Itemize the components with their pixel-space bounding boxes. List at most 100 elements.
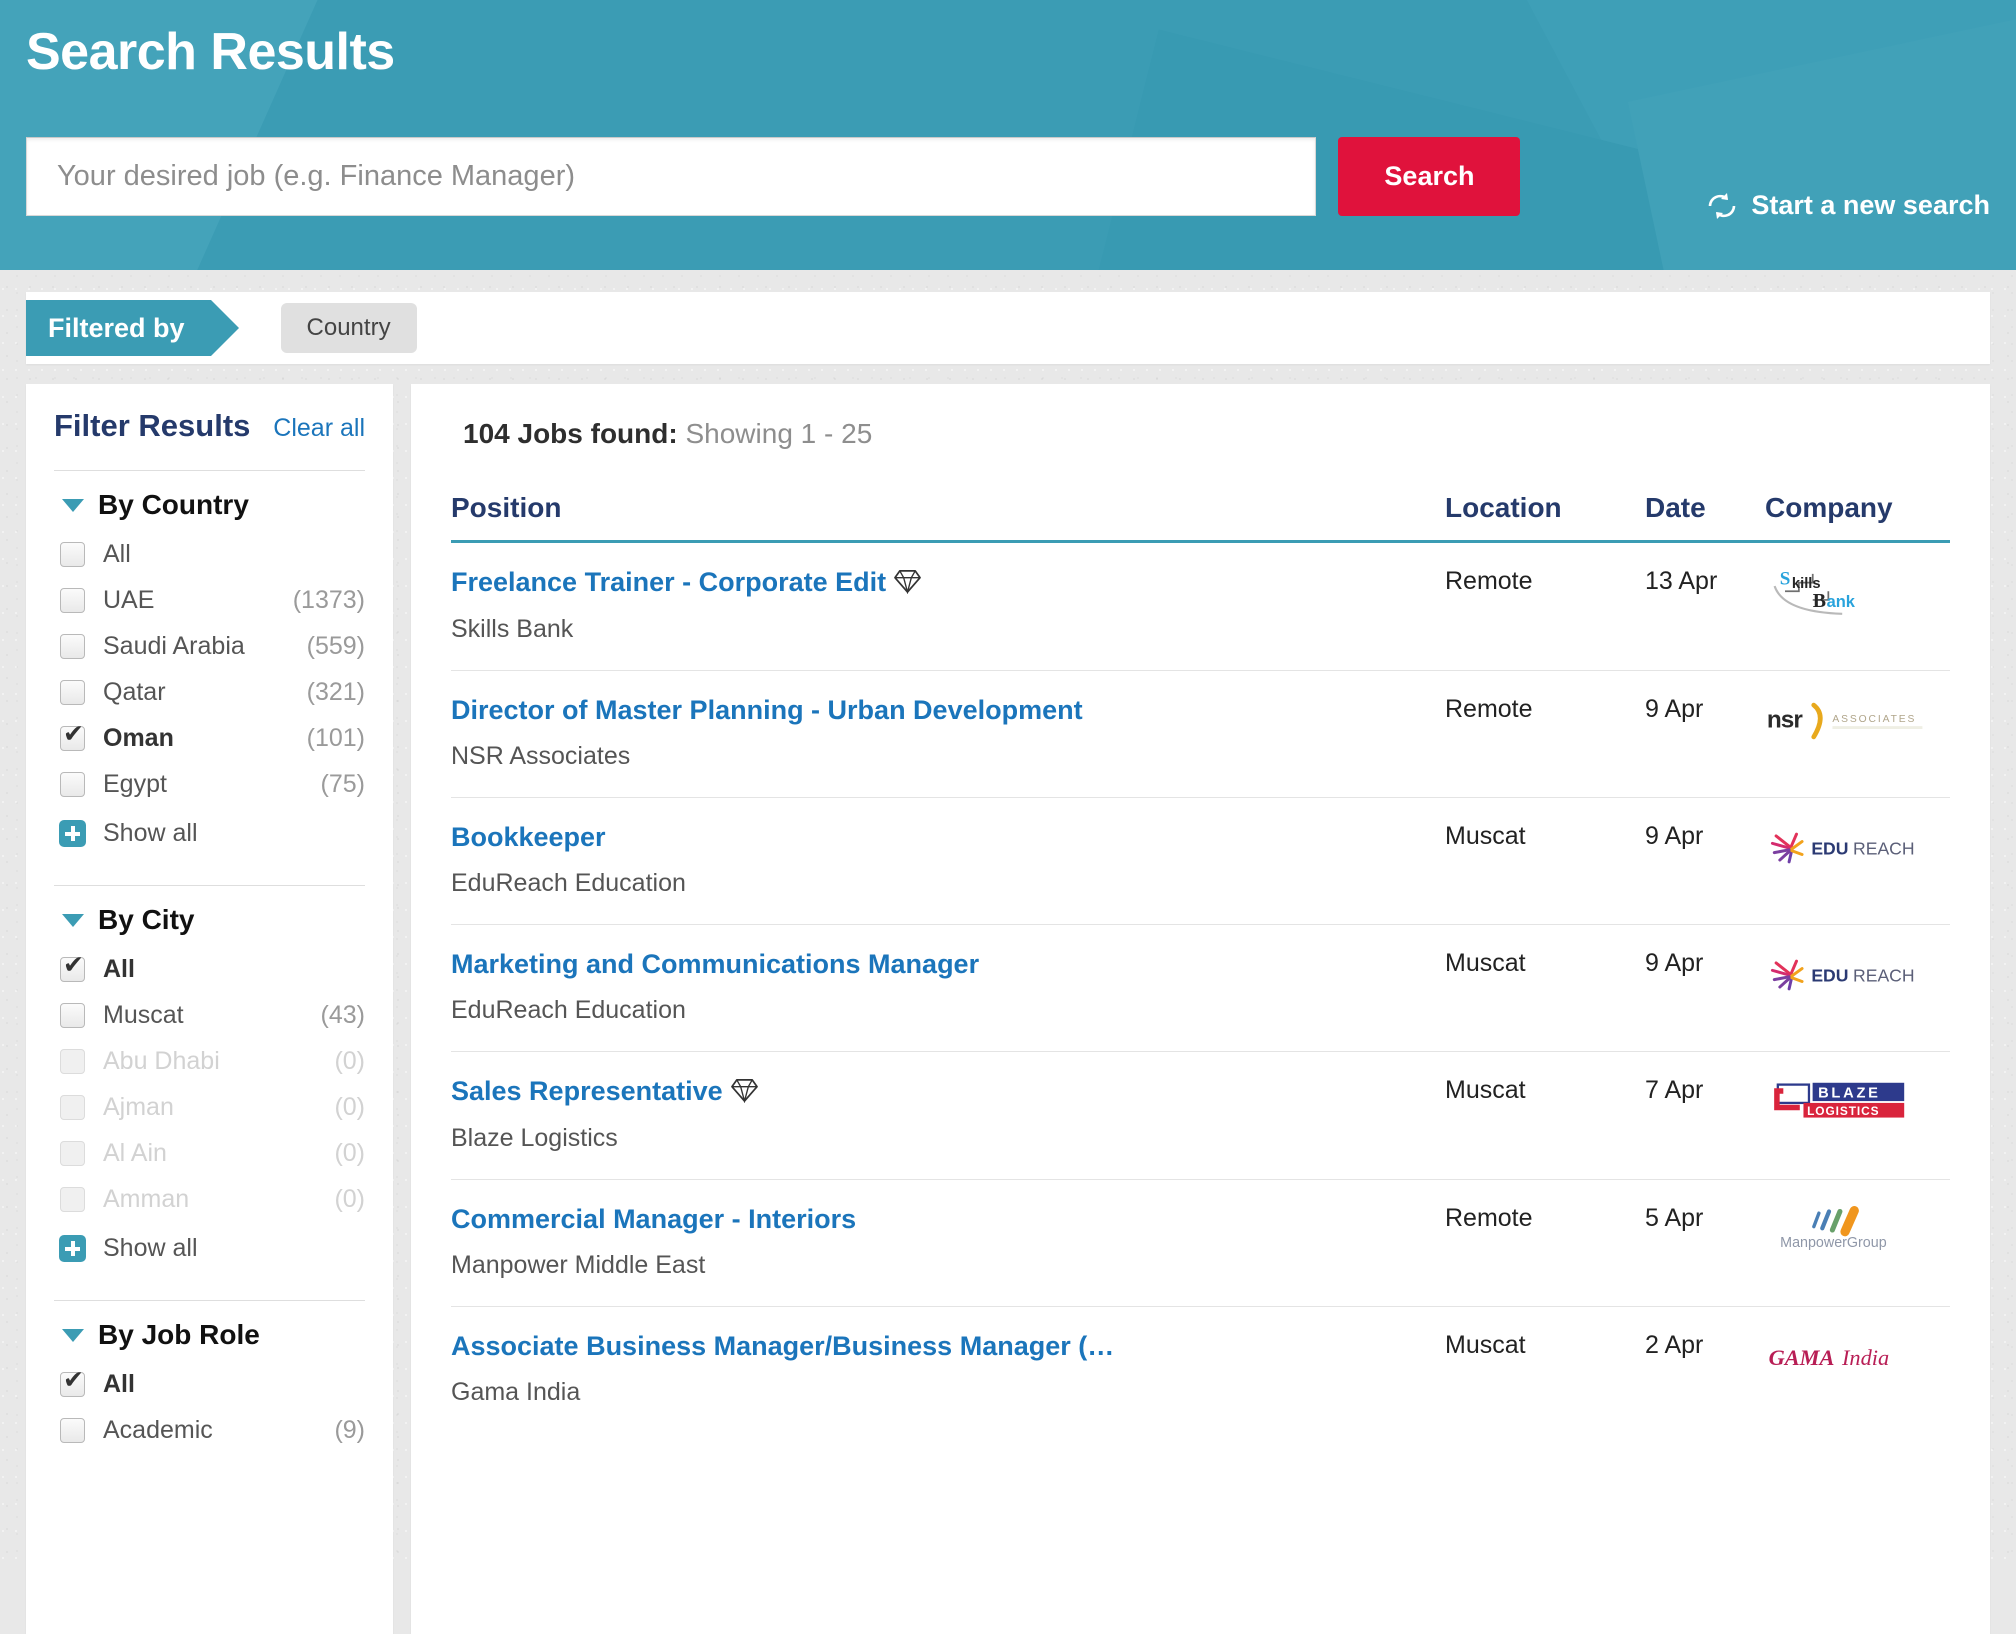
- filter-chip-country[interactable]: Country: [280, 303, 417, 353]
- show-all-label: Show all: [103, 818, 198, 847]
- search-button[interactable]: Search: [1338, 137, 1521, 216]
- filter-option-count: (75): [320, 769, 365, 798]
- filter-group-label: By Job Role: [98, 1319, 260, 1350]
- jobs-table-body: Freelance Trainer - Corporate Edit Skills…: [451, 541, 1950, 1434]
- job-title-link[interactable]: Marketing and Communications Manager: [451, 949, 979, 980]
- filter-option-all[interactable]: All: [54, 1361, 365, 1407]
- checkbox-icon[interactable]: [60, 952, 85, 982]
- page-header: Search Results Search Start a new search: [0, 0, 2016, 270]
- chevron-down-icon: [62, 1328, 84, 1342]
- filter-option-label: Al Ain: [103, 1138, 167, 1167]
- filter-option-muscat[interactable]: Muscat (43): [54, 992, 365, 1038]
- filter-option-count: (101): [306, 723, 365, 752]
- svg-text:EDU: EDU: [1811, 838, 1848, 858]
- table-row[interactable]: Freelance Trainer - Corporate Edit Skills…: [451, 541, 1950, 671]
- filter-option-all[interactable]: All: [54, 531, 365, 577]
- filter-option-oman[interactable]: Oman (101): [54, 715, 365, 761]
- job-title-link[interactable]: Commercial Manager - Interiors: [451, 1204, 856, 1235]
- job-company-name: Gama India: [451, 1378, 581, 1406]
- table-row[interactable]: Commercial Manager - Interiors Manpower M…: [451, 1179, 1950, 1307]
- results-showing-range: Showing 1 - 25: [685, 418, 873, 449]
- checkbox-icon[interactable]: [60, 1367, 85, 1397]
- job-title-link[interactable]: Sales Representative: [451, 1076, 723, 1107]
- filter-option-count: (559): [306, 631, 365, 660]
- start-new-search-button[interactable]: Start a new search: [1705, 190, 1990, 221]
- column-header-location[interactable]: Location: [1445, 492, 1645, 543]
- filter-option-label: All: [103, 954, 135, 983]
- checkbox-icon: [60, 1186, 85, 1212]
- checkbox-icon[interactable]: [60, 771, 85, 797]
- job-company-logo-cell: Skills Bank: [1765, 541, 1950, 671]
- table-row[interactable]: Marketing and Communications Manager EduR…: [451, 924, 1950, 1052]
- job-company-logo-cell: GAMA India: [1765, 1307, 1950, 1434]
- job-location-cell: Remote: [1445, 670, 1645, 798]
- jobs-table-header-row: Position Location Date Company: [451, 492, 1950, 543]
- edureach-logo: EDU REACH: [1765, 949, 1950, 1001]
- filter-option-count: (321): [306, 677, 365, 706]
- clear-all-link[interactable]: Clear all: [273, 414, 365, 443]
- manpowergroup-logo: ManpowerGroup: [1765, 1204, 1950, 1256]
- filter-option-count: (1373): [292, 585, 365, 614]
- column-header-date[interactable]: Date: [1645, 492, 1765, 543]
- svg-text:REACH: REACH: [1853, 838, 1915, 858]
- refresh-icon: [1705, 191, 1739, 221]
- column-header-company[interactable]: Company: [1765, 492, 1950, 543]
- table-row[interactable]: Director of Master Planning - Urban Deve…: [451, 670, 1950, 798]
- jobs-table-head: Position Location Date Company: [451, 492, 1950, 543]
- job-location-cell: Muscat: [1445, 797, 1645, 925]
- svg-text:B: B: [1813, 590, 1826, 612]
- job-company-name: Skills Bank: [451, 615, 574, 643]
- job-company-name: Manpower Middle East: [451, 1251, 706, 1279]
- table-row[interactable]: Associate Business Manager/Business Mana…: [451, 1307, 1950, 1434]
- job-company-logo-cell: EDU REACH: [1765, 924, 1950, 1052]
- checkbox-icon[interactable]: [60, 1002, 85, 1028]
- job-title-link[interactable]: Director of Master Planning - Urban Deve…: [451, 695, 1083, 726]
- job-location-cell: Muscat: [1445, 1051, 1645, 1180]
- filter-option-all[interactable]: All: [54, 946, 365, 992]
- checkbox-icon[interactable]: [60, 633, 85, 659]
- filter-group-header-by-job-role[interactable]: By Job Role: [62, 1319, 365, 1351]
- filter-group-header-by-country[interactable]: By Country: [62, 489, 365, 521]
- svg-text:GAMA: GAMA: [1769, 1345, 1835, 1370]
- header-decoration-4: [1627, 0, 2016, 270]
- job-position-cell: Director of Master Planning - Urban Deve…: [451, 670, 1445, 798]
- job-title-link[interactable]: Associate Business Manager/Business Mana…: [451, 1331, 1114, 1362]
- results-count-value: 104 Jobs found:: [463, 418, 678, 449]
- checkbox-icon[interactable]: [60, 721, 85, 751]
- checkbox-icon: [60, 1140, 85, 1166]
- table-row[interactable]: Sales Representative Blaze Logistics Musca…: [451, 1051, 1950, 1180]
- show-all-link[interactable]: Show all: [54, 1222, 365, 1274]
- filter-option-egypt[interactable]: Egypt (75): [54, 761, 365, 807]
- svg-text:ManpowerGroup: ManpowerGroup: [1780, 1235, 1887, 1251]
- svg-text:India: India: [1841, 1345, 1889, 1370]
- checkbox-icon[interactable]: [60, 679, 85, 705]
- filter-group-header-by-city[interactable]: By City: [62, 904, 365, 936]
- filter-option-academic[interactable]: Academic (9): [54, 1407, 365, 1453]
- filter-option-qatar[interactable]: Qatar (321): [54, 669, 365, 715]
- checkbox-icon[interactable]: [60, 1417, 85, 1443]
- filter-option-label: All: [103, 1369, 135, 1398]
- show-all-link[interactable]: Show all: [54, 807, 365, 859]
- filter-option-label: Academic: [103, 1415, 213, 1444]
- job-company-logo-cell: nsr ASSOCIATES: [1765, 670, 1950, 798]
- job-title-link[interactable]: Freelance Trainer - Corporate Edit: [451, 567, 886, 598]
- table-row[interactable]: Bookkeeper EduReach Education Muscat 9 Apr E…: [451, 797, 1950, 925]
- filter-option-label: Muscat: [103, 1000, 184, 1029]
- filter-sidebar-header: Filter Results Clear all: [54, 408, 365, 444]
- job-title-link[interactable]: Bookkeeper: [451, 822, 606, 853]
- filter-option-saudi-arabia[interactable]: Saudi Arabia (559): [54, 623, 365, 669]
- filter-option-label: Abu Dhabi: [103, 1046, 220, 1075]
- chevron-down-icon: [62, 913, 84, 927]
- svg-text:BLAZE: BLAZE: [1818, 1085, 1881, 1101]
- filter-group: By Country All UAE (1373) Saudi Arabia (559) Q…: [54, 489, 365, 886]
- checkbox-icon[interactable]: [60, 541, 85, 567]
- search-input[interactable]: [26, 137, 1316, 216]
- gama-india-logo: GAMA India: [1765, 1331, 1950, 1383]
- nsr-associates-logo: nsr ASSOCIATES: [1765, 695, 1950, 747]
- job-date-cell: 9 Apr: [1645, 670, 1765, 798]
- checkbox-icon[interactable]: [60, 587, 85, 613]
- column-header-position[interactable]: Position: [451, 492, 1445, 543]
- results-count: 104 Jobs found: Showing 1 - 25: [463, 418, 1950, 450]
- filtered-by-label: Filtered by: [26, 300, 238, 356]
- filter-option-uae[interactable]: UAE (1373): [54, 577, 365, 623]
